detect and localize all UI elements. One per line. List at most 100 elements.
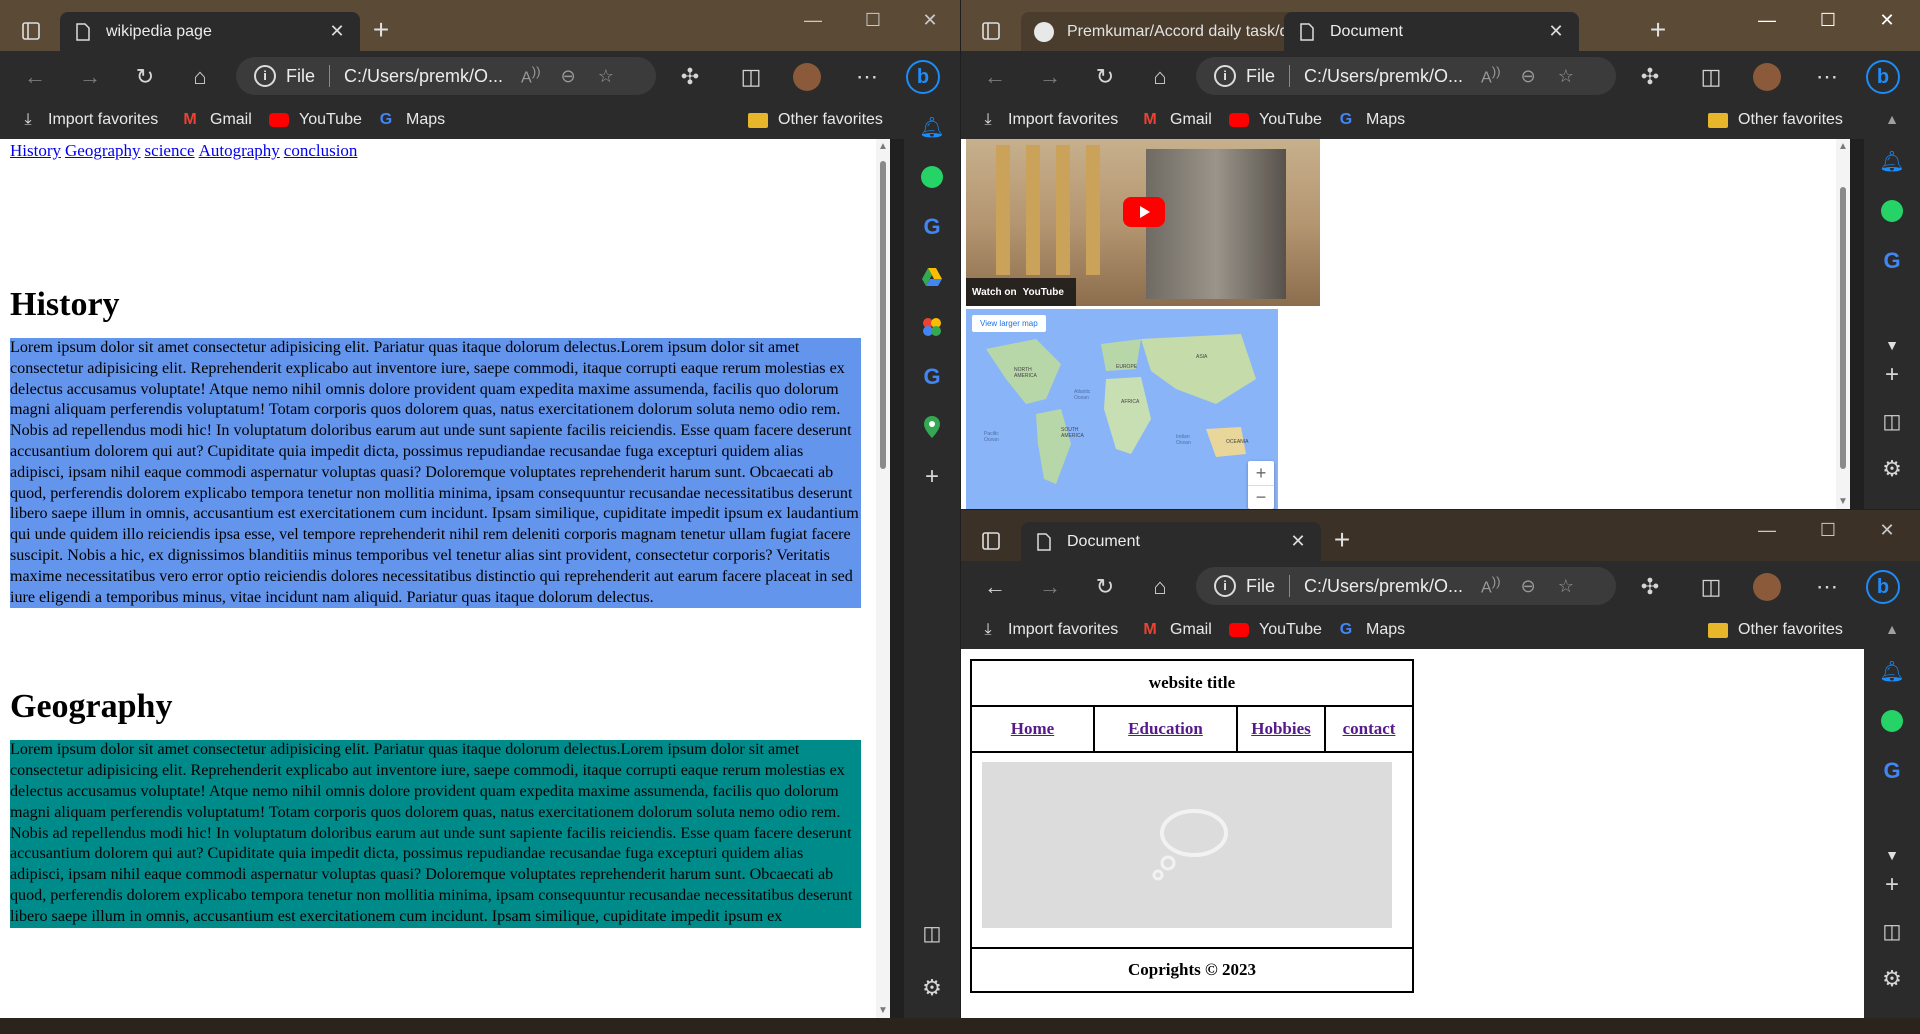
play-button-icon[interactable] bbox=[1123, 197, 1165, 227]
scroll-up-icon[interactable]: ▲ bbox=[1878, 105, 1906, 133]
read-aloud-icon[interactable]: A)) bbox=[521, 64, 541, 87]
nav-link-contact[interactable]: contact bbox=[1343, 719, 1396, 739]
scrollbar-thumb[interactable] bbox=[1840, 187, 1846, 469]
bookmark-youtube[interactable]: YouTube bbox=[269, 108, 362, 132]
extensions-icon[interactable]: ✣ bbox=[1633, 60, 1667, 94]
nav-link-home[interactable]: Home bbox=[1011, 719, 1054, 739]
back-icon[interactable]: ← bbox=[18, 60, 52, 94]
settings-gear-icon[interactable]: ⚙ bbox=[1878, 965, 1906, 993]
new-tab-button[interactable]: + bbox=[364, 14, 398, 48]
extensions-icon[interactable]: ✣ bbox=[673, 60, 707, 94]
nav-link-conclusion[interactable]: conclusion bbox=[284, 141, 358, 160]
close-tab-icon[interactable]: ✕ bbox=[326, 21, 348, 42]
refresh-icon[interactable]: ↻ bbox=[1088, 570, 1122, 604]
favorite-star-icon[interactable]: ☆ bbox=[598, 66, 614, 87]
hide-sidebar-icon[interactable]: ◫ bbox=[1878, 407, 1906, 435]
zoom-icon[interactable]: ⊖ bbox=[1521, 576, 1536, 597]
bookmark-import-favorites[interactable]: ⤓ Import favorites bbox=[978, 108, 1118, 132]
nav-link-hobbies[interactable]: Hobbies bbox=[1251, 719, 1311, 739]
bookmark-youtube[interactable]: YouTube bbox=[1229, 618, 1322, 642]
bookmark-import-favorites[interactable]: ⤓ Import favorites bbox=[18, 108, 158, 132]
refresh-icon[interactable]: ↻ bbox=[128, 60, 162, 94]
tab-actions-icon[interactable] bbox=[974, 524, 1008, 558]
forward-icon[interactable]: → bbox=[73, 60, 107, 94]
read-aloud-icon[interactable]: A)) bbox=[1481, 64, 1501, 87]
zoom-out-button[interactable]: − bbox=[1248, 485, 1274, 509]
minimize-icon[interactable]: — bbox=[1747, 520, 1787, 541]
bookmark-other-favorites[interactable]: Other favorites bbox=[1708, 108, 1843, 132]
home-icon[interactable]: ⌂ bbox=[1143, 570, 1177, 604]
hide-sidebar-icon[interactable]: ◫ bbox=[918, 919, 946, 947]
nav-link-education[interactable]: Education bbox=[1128, 719, 1203, 739]
bookmark-maps[interactable]: G Maps bbox=[1336, 618, 1405, 642]
page-scrollbar[interactable]: ▲ ▼ bbox=[876, 139, 890, 1018]
zoom-in-button[interactable]: + bbox=[1248, 461, 1274, 485]
google-icon[interactable]: G bbox=[918, 213, 946, 241]
minimize-icon[interactable]: — bbox=[793, 10, 833, 31]
add-sidebar-app-icon[interactable]: + bbox=[1878, 871, 1906, 899]
favorite-star-icon[interactable]: ☆ bbox=[1558, 576, 1574, 597]
address-bar[interactable]: i File C:/Users/premk/O... A)) ⊖ ☆ bbox=[1196, 57, 1616, 95]
view-larger-map-link[interactable]: View larger map bbox=[972, 315, 1046, 332]
maximize-icon[interactable]: ☐ bbox=[853, 10, 893, 31]
nav-link-geography[interactable]: Geography bbox=[65, 141, 141, 160]
bookmark-gmail[interactable]: M Gmail bbox=[1140, 108, 1211, 132]
scroll-up-icon[interactable]: ▲ bbox=[1878, 615, 1906, 643]
whatsapp-icon[interactable] bbox=[918, 163, 946, 191]
google-maps-icon[interactable] bbox=[918, 413, 946, 441]
more-options-icon[interactable]: ⋯ bbox=[850, 60, 884, 94]
extensions-icon[interactable]: ✣ bbox=[1633, 570, 1667, 604]
notification-bell-icon[interactable]: 🔔︎ bbox=[918, 113, 946, 141]
scroll-up-icon[interactable]: ▲ bbox=[878, 141, 888, 152]
bookmark-other-favorites[interactable]: Other favorites bbox=[1708, 618, 1843, 642]
bookmark-gmail[interactable]: M Gmail bbox=[1140, 618, 1211, 642]
bookmark-other-favorites[interactable]: Other favorites bbox=[748, 108, 883, 132]
zoom-icon[interactable]: ⊖ bbox=[1521, 66, 1536, 87]
nav-link-science[interactable]: science bbox=[145, 141, 195, 160]
bookmark-maps[interactable]: G Maps bbox=[376, 108, 445, 132]
bing-copilot-icon[interactable]: b bbox=[906, 60, 940, 94]
address-bar[interactable]: i File C:/Users/premk/O... A)) ⊖ ☆ bbox=[236, 57, 656, 95]
split-screen-icon[interactable]: ◫ bbox=[1694, 60, 1728, 94]
bookmark-gmail[interactable]: M Gmail bbox=[180, 108, 251, 132]
google-map-embed[interactable]: View larger map NORTH AMERICA EUROPE ASI… bbox=[966, 309, 1278, 509]
info-icon[interactable]: i bbox=[254, 65, 276, 87]
bookmark-import-favorites[interactable]: ⤓ Import favorites bbox=[978, 618, 1118, 642]
page-scrollbar[interactable]: ▲ ▼ bbox=[1836, 139, 1850, 509]
more-options-icon[interactable]: ⋯ bbox=[1810, 570, 1844, 604]
forward-icon[interactable]: → bbox=[1033, 60, 1067, 94]
profile-avatar[interactable] bbox=[790, 60, 824, 94]
close-tab-icon[interactable]: ✕ bbox=[1545, 21, 1567, 42]
settings-gear-icon[interactable]: ⚙ bbox=[918, 974, 946, 1002]
minimize-icon[interactable]: — bbox=[1747, 10, 1787, 31]
add-sidebar-app-icon[interactable]: + bbox=[918, 463, 946, 491]
info-icon[interactable]: i bbox=[1214, 65, 1236, 87]
watch-on-youtube-badge[interactable]: Watch on YouTube bbox=[966, 278, 1076, 306]
bing-copilot-icon[interactable]: b bbox=[1866, 60, 1900, 94]
maximize-icon[interactable]: ☐ bbox=[1808, 520, 1848, 541]
add-sidebar-app-icon[interactable]: + bbox=[1878, 361, 1906, 389]
info-icon[interactable]: i bbox=[1214, 575, 1236, 597]
split-screen-icon[interactable]: ◫ bbox=[1694, 570, 1728, 604]
read-aloud-icon[interactable]: A)) bbox=[1481, 574, 1501, 597]
scroll-down-icon[interactable]: ▼ bbox=[1878, 331, 1906, 359]
bing-copilot-icon[interactable]: b bbox=[1866, 570, 1900, 604]
nav-link-history[interactable]: History bbox=[10, 141, 61, 160]
home-icon[interactable]: ⌂ bbox=[183, 60, 217, 94]
home-icon[interactable]: ⌂ bbox=[1143, 60, 1177, 94]
back-icon[interactable]: ← bbox=[978, 570, 1012, 604]
close-tab-icon[interactable]: ✕ bbox=[1287, 531, 1309, 552]
tab-document[interactable]: Document ✕ bbox=[1021, 522, 1321, 561]
close-window-icon[interactable]: ✕ bbox=[1867, 520, 1907, 541]
forward-icon[interactable]: → bbox=[1033, 570, 1067, 604]
settings-gear-icon[interactable]: ⚙ bbox=[1878, 455, 1906, 483]
google-photos-icon[interactable] bbox=[918, 313, 946, 341]
address-bar[interactable]: i File C:/Users/premk/O... A)) ⊖ ☆ bbox=[1196, 567, 1616, 605]
split-screen-icon[interactable]: ◫ bbox=[734, 60, 768, 94]
refresh-icon[interactable]: ↻ bbox=[1088, 60, 1122, 94]
whatsapp-icon[interactable] bbox=[1878, 707, 1906, 735]
notification-bell-icon[interactable]: 🔔︎ bbox=[1878, 147, 1906, 175]
nav-link-autography[interactable]: Autography bbox=[199, 141, 280, 160]
close-window-icon[interactable]: ✕ bbox=[1867, 10, 1907, 31]
bookmark-maps[interactable]: G Maps bbox=[1336, 108, 1405, 132]
